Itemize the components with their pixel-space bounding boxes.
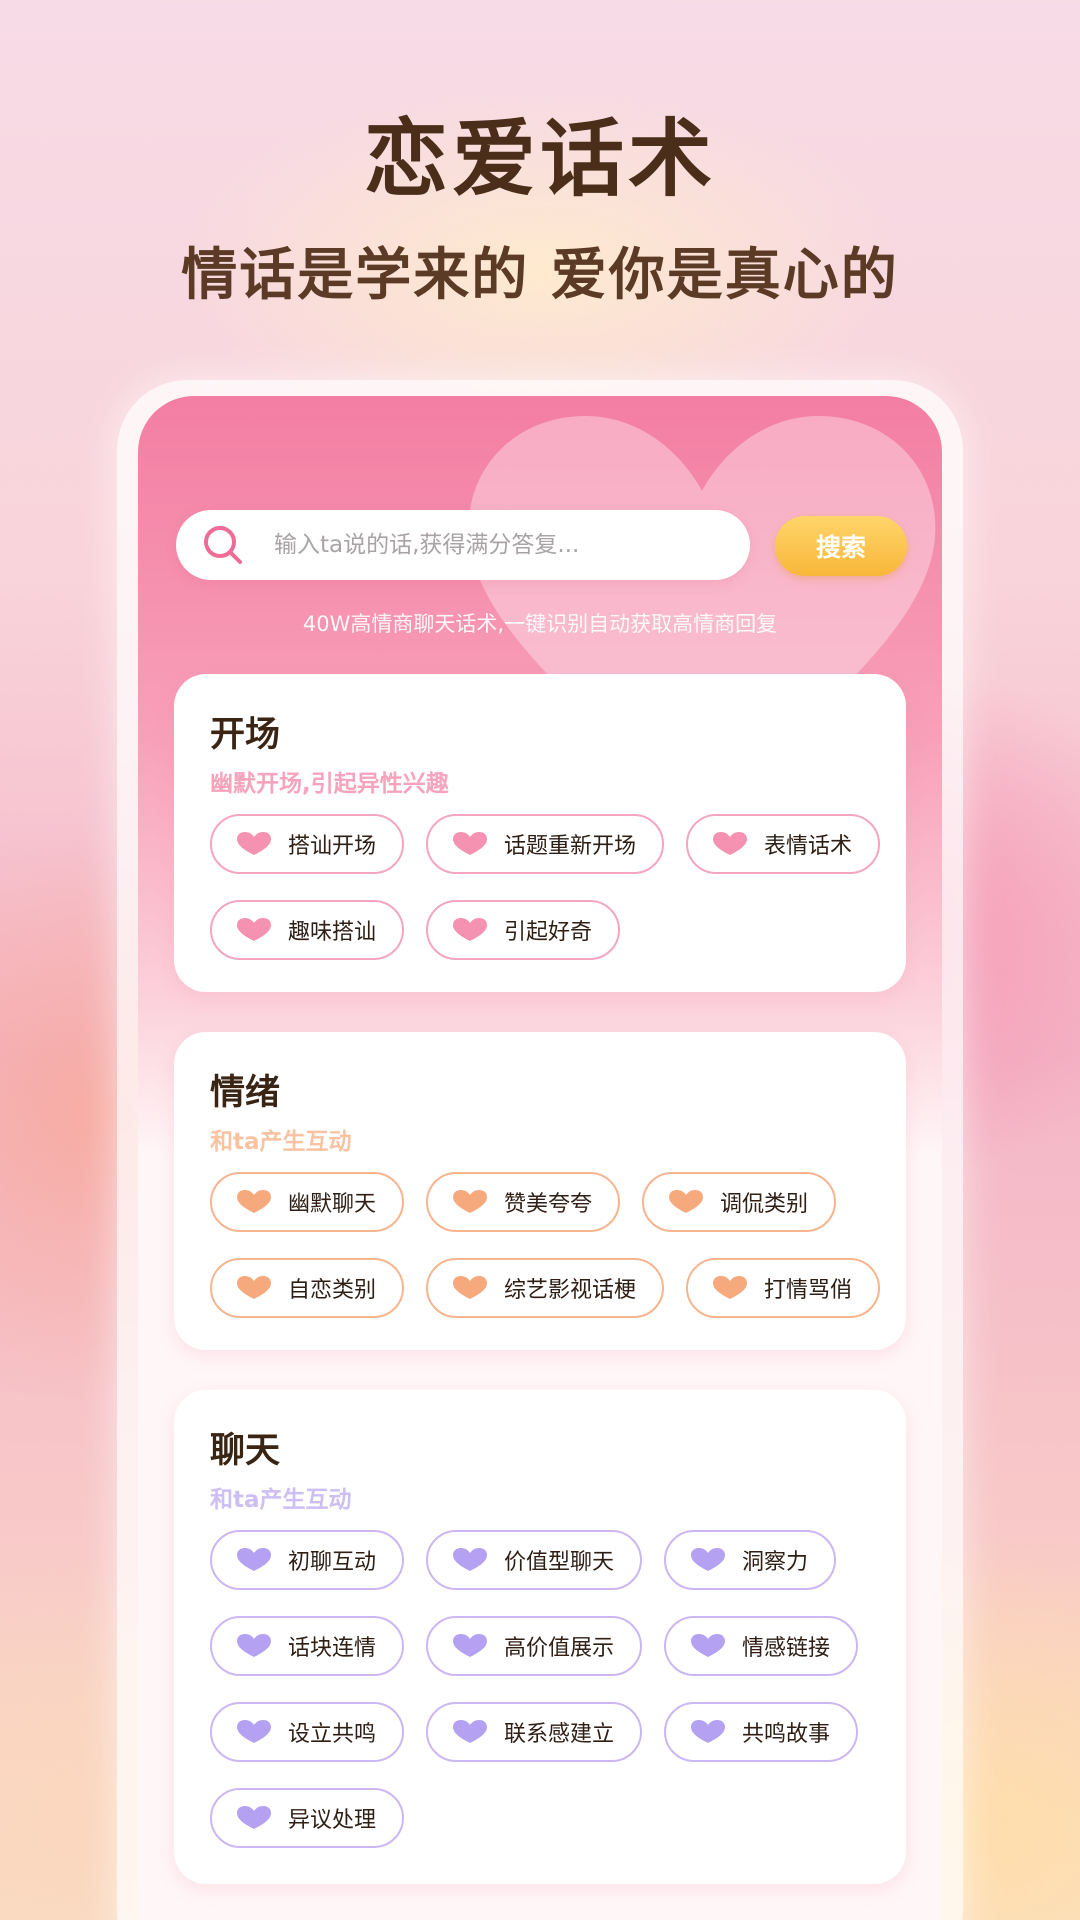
tag-chip-label: 引起好奇 [504, 920, 593, 945]
heart-icon [691, 1720, 726, 1743]
section-title: 情绪 [210, 1073, 281, 1113]
tag-chip-label: 自恋类别 [288, 1278, 377, 1303]
tag-chip[interactable]: 价值型聊天 [426, 1530, 643, 1590]
tag-chip[interactable]: 综艺影视话梗 [426, 1258, 665, 1318]
tag-chip-label: 初聊互动 [288, 1550, 377, 1575]
section-subtitle: 幽默开场,引起异性兴趣 [210, 771, 449, 797]
tag-chip-label: 表情话术 [764, 834, 853, 859]
search-tagline: 40W高情商聊天话术,一键识别自动获取高情商回复 [302, 612, 778, 636]
tag-chip[interactable]: 幽默聊天 [210, 1172, 405, 1232]
tag-chip-label: 设立共鸣 [288, 1722, 377, 1747]
heart-icon [691, 1548, 726, 1571]
tag-chip[interactable]: 赞美夸夸 [426, 1172, 621, 1232]
search-bar[interactable] [176, 510, 750, 580]
tag-chip-label: 话块连情 [288, 1636, 377, 1661]
app-screen: 搜索 40W高情商聊天话术,一键识别自动获取高情商回复 开场 幽默开场,引起异性… [138, 396, 942, 1920]
tag-chip-label: 联系感建立 [504, 1722, 615, 1747]
chip-row: 设立共鸣 联系感建立 共鸣故事 [210, 1702, 942, 1766]
heart-icon [691, 1634, 726, 1657]
heart-icon [713, 1276, 748, 1299]
tag-chip[interactable]: 洞察力 [664, 1530, 837, 1590]
heart-icon [713, 832, 748, 855]
chip-row: 幽默聊天 赞美夸夸 调侃类别 [210, 1172, 942, 1236]
chip-row: 自恋类别 综艺影视话梗 打情骂俏 [210, 1258, 942, 1322]
section-title: 开场 [210, 715, 281, 755]
heart-icon [237, 1276, 271, 1299]
heart-icon [237, 1548, 271, 1571]
tag-chip[interactable]: 趣味搭讪 [210, 900, 405, 960]
tag-chip[interactable]: 自恋类别 [210, 1258, 405, 1318]
tag-chip-label: 情感链接 [742, 1636, 831, 1661]
tag-chip-label: 调侃类别 [720, 1192, 809, 1217]
heart-icon [237, 832, 271, 855]
tag-chip-label: 话题重新开场 [504, 834, 637, 859]
tag-chip-label: 高价值展示 [504, 1636, 615, 1661]
section-title: 聊天 [210, 1431, 281, 1471]
search-button[interactable]: 搜索 [775, 516, 907, 576]
heart-icon [453, 1720, 488, 1743]
page-subtitle: 情话是学来的 爱你是真心的 [181, 243, 899, 308]
heart-icon [237, 918, 271, 941]
heart-icon [453, 1190, 488, 1213]
tag-chip-label: 共鸣故事 [742, 1722, 831, 1747]
section-subtitle: 和ta产生互动 [210, 1129, 352, 1155]
tag-chip[interactable]: 话题重新开场 [426, 814, 665, 874]
chip-list: 搭讪开场 话题重新开场 表情话术趣味搭讪 引起好奇 [210, 814, 942, 986]
tag-chip-label: 洞察力 [742, 1550, 809, 1575]
chip-list: 幽默聊天 赞美夸夸 调侃类别自恋类别 综艺影视话梗 打情骂俏 [210, 1172, 942, 1344]
tag-chip-label: 价值型聊天 [504, 1550, 615, 1575]
tag-chip[interactable]: 话块连情 [210, 1616, 405, 1676]
tag-chip[interactable]: 表情话术 [686, 814, 881, 874]
chip-row: 搭讪开场 话题重新开场 表情话术 [210, 814, 942, 878]
heart-icon [453, 832, 488, 855]
tag-chip-label: 综艺影视话梗 [504, 1278, 637, 1303]
search-input[interactable] [272, 531, 716, 559]
heart-icon [237, 1720, 271, 1743]
chip-row: 趣味搭讪 引起好奇 [210, 900, 942, 964]
tag-chip-label: 趣味搭讪 [288, 920, 377, 945]
tag-chip-label: 赞美夸夸 [504, 1192, 593, 1217]
tag-chip[interactable]: 调侃类别 [642, 1172, 837, 1232]
tag-chip[interactable]: 共鸣故事 [664, 1702, 859, 1762]
search-icon [198, 520, 248, 570]
tag-chip[interactable]: 设立共鸣 [210, 1702, 405, 1762]
heart-icon [453, 1276, 488, 1299]
section-subtitle: 和ta产生互动 [210, 1487, 352, 1513]
tag-chip[interactable]: 初聊互动 [210, 1530, 405, 1590]
heart-icon [237, 1190, 271, 1213]
tag-chip[interactable]: 搭讪开场 [210, 814, 405, 874]
chip-list: 初聊互动 价值型聊天 洞察力话块连情 高价值展示 情感链接设立共鸣 联系感建立 共鸣故事异议… [210, 1530, 942, 1874]
heart-icon [669, 1190, 704, 1213]
page-title: 恋爱话术 [363, 110, 716, 208]
heart-icon [237, 1806, 271, 1829]
chip-row: 初聊互动 价值型聊天 洞察力 [210, 1530, 942, 1594]
chip-row: 话块连情 高价值展示 情感链接 [210, 1616, 942, 1680]
tag-chip-label: 打情骂俏 [764, 1278, 853, 1303]
section-card-opening: 开场 幽默开场,引起异性兴趣 搭讪开场 话题重新开场 表情话术趣味搭讪 引起好奇 [174, 674, 906, 992]
tag-chip[interactable]: 高价值展示 [426, 1616, 643, 1676]
heart-icon [453, 918, 488, 941]
tag-chip[interactable]: 情感链接 [664, 1616, 859, 1676]
tag-chip-label: 搭讪开场 [288, 834, 377, 859]
tag-chip[interactable]: 异议处理 [210, 1788, 405, 1848]
heart-icon [453, 1548, 488, 1571]
section-card-chat: 聊天 和ta产生互动 初聊互动 价值型聊天 洞察力话块连情 高价值展示 情感链接设立共鸣… [174, 1390, 906, 1884]
tag-chip-label: 幽默聊天 [288, 1192, 377, 1217]
tag-chip[interactable]: 联系感建立 [426, 1702, 643, 1762]
tag-chip-label: 异议处理 [288, 1808, 377, 1833]
section-card-emotion: 情绪 和ta产生互动 幽默聊天 赞美夸夸 调侃类别自恋类别 综艺影视话梗 打情骂俏 [174, 1032, 906, 1350]
tag-chip[interactable]: 引起好奇 [426, 900, 621, 960]
chip-row: 异议处理 [210, 1788, 942, 1852]
heart-icon [237, 1634, 271, 1657]
tag-chip[interactable]: 打情骂俏 [686, 1258, 881, 1318]
heart-icon [453, 1634, 488, 1657]
